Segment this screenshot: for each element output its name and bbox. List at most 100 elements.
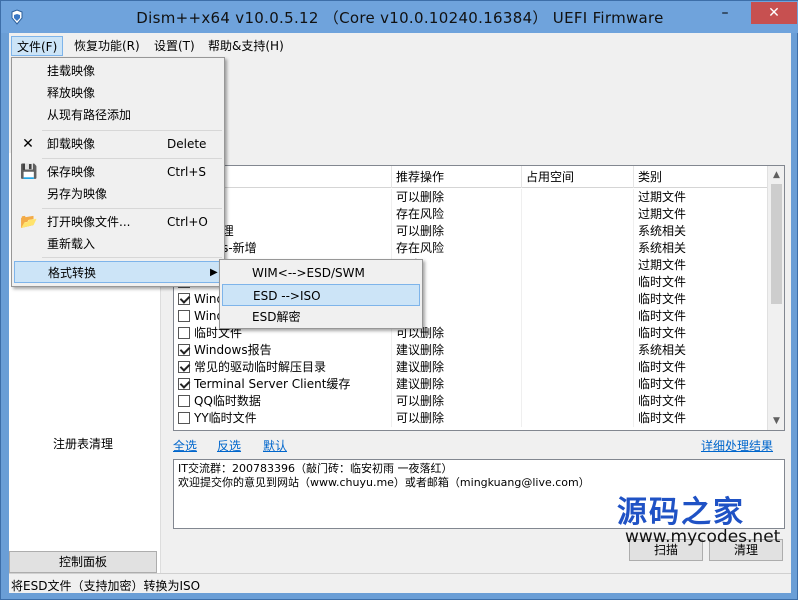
open-folder-icon: 📂 (20, 214, 38, 230)
row-size (522, 325, 634, 342)
table-row[interactable]: ler清理可以删除系统相关 (174, 223, 768, 240)
menu-file[interactable]: 文件(F) (11, 36, 64, 56)
table-row[interactable]: QQ临时数据 可以删除 临时文件 (174, 393, 768, 410)
submenu-arrow-icon: ▶ (210, 267, 218, 278)
table-row[interactable]: Terminal Server Client缓存 建议删除 临时文件 (174, 376, 768, 393)
row-size (522, 274, 634, 291)
menu-bar: 文件(F) 恢复功能(R) 设置(T) 帮助&支持(H) (9, 33, 791, 57)
row-action: 可以删除 (392, 393, 522, 410)
row-category: 系统相关 (634, 342, 768, 359)
menu-format-convert[interactable]: 格式转换 ▶ (14, 261, 222, 283)
row-category: 临时文件 (634, 291, 768, 308)
table-row[interactable]: 常见的驱动临时解压目录 建议删除 临时文件 (174, 359, 768, 376)
row-name-cell: Windows报告 (174, 342, 392, 359)
row-category: 过期文件 (634, 206, 768, 223)
control-panel-button[interactable]: 控制面板 (9, 551, 157, 573)
watermark: 源码之家 www.mycodes.net (617, 487, 797, 547)
table-row[interactable]: 清理可以删除过期文件 (174, 189, 768, 206)
menu-recovery[interactable]: 恢复功能(R) (69, 36, 145, 56)
row-checkbox[interactable] (178, 412, 190, 424)
row-action: 存在风险 (392, 240, 522, 257)
row-name: Windows报告 (194, 343, 272, 357)
col-size[interactable]: 占用空间 (522, 166, 634, 188)
table-row[interactable]: actOs-新增 存在风险 系统相关 (174, 240, 768, 257)
row-category: 临时文件 (634, 274, 768, 291)
menu-separator (42, 257, 222, 258)
col-action[interactable]: 推荐操作 (392, 166, 522, 188)
menu-add-from-path[interactable]: 从现有路径添加 (14, 104, 222, 126)
invert-selection-link[interactable]: 反选 (217, 437, 241, 454)
menu-separator (42, 158, 222, 159)
row-checkbox[interactable] (178, 344, 190, 356)
row-checkbox[interactable] (178, 327, 190, 339)
grid-header: 称 推荐操作 占用空间 类别 (174, 166, 768, 188)
row-action: 存在风险 (392, 206, 522, 223)
title-bar[interactable]: Dism++x64 v10.0.5.12 （Core v10.0.10240.1… (1, 1, 798, 33)
format-convert-submenu: WIM<-->ESD/SWM ESD -->ISO ESD解密 (219, 259, 423, 329)
table-row[interactable]: YY临时文件 可以删除 临时文件 (174, 410, 768, 427)
row-action: 可以删除 (392, 223, 522, 240)
row-action: 建议删除 (392, 359, 522, 376)
scroll-thumb[interactable] (771, 184, 782, 304)
row-checkbox[interactable] (178, 293, 190, 305)
row-category: 系统相关 (634, 240, 768, 257)
menu-separator (42, 130, 222, 131)
row-category: 临时文件 (634, 359, 768, 376)
row-checkbox[interactable] (178, 361, 190, 373)
watermark-url: www.mycodes.net (625, 527, 781, 547)
table-row[interactable]: 驱动存在风险过期文件 (174, 206, 768, 223)
log-line-1: IT交流群：200783396（敲门砖：临安初雨 一夜落红） (178, 462, 453, 475)
row-category: 临时文件 (634, 376, 768, 393)
row-checkbox[interactable] (178, 395, 190, 407)
row-name-cell: Terminal Server Client缓存 (174, 376, 392, 393)
row-checkbox[interactable] (178, 378, 190, 390)
grid-scrollbar[interactable]: ▲ ▼ (767, 166, 784, 430)
scroll-up-icon[interactable]: ▲ (771, 168, 782, 182)
file-menu-dropdown: 挂载映像 释放映像 从现有路径添加 ✕ 卸载映像 Delete 💾 保存映像 C… (11, 57, 225, 287)
details-link[interactable]: 详细处理结果 (701, 437, 773, 454)
row-action: 建议删除 (392, 342, 522, 359)
select-all-link[interactable]: 全选 (173, 437, 197, 454)
row-size (522, 342, 634, 359)
row-category: 临时文件 (634, 410, 768, 427)
table-row[interactable]: Windows报告 建议删除 系统相关 (174, 342, 768, 359)
row-category: 过期文件 (634, 257, 768, 274)
row-action: 建议删除 (392, 376, 522, 393)
col-category[interactable]: 类别 (634, 166, 768, 188)
status-text: 将ESD文件（支持加密）转换为ISO (11, 579, 201, 593)
row-name-cell: QQ临时数据 (174, 393, 392, 410)
menu-release-image[interactable]: 释放映像 (14, 82, 222, 104)
menu-mount-image[interactable]: 挂载映像 (14, 60, 222, 82)
row-name-cell: YY临时文件 (174, 410, 392, 427)
row-size (522, 257, 634, 274)
default-selection-link[interactable]: 默认 (263, 437, 287, 454)
menu-reload[interactable]: 重新载入 (14, 233, 222, 255)
row-action: 可以删除 (392, 189, 522, 206)
registry-cleanup-item[interactable]: 注册表清理 (53, 435, 113, 452)
menu-help[interactable]: 帮助&支持(H) (203, 36, 289, 56)
row-category: 临时文件 (634, 325, 768, 342)
submenu-wim-esd-swm[interactable]: WIM<-->ESD/SWM (222, 262, 420, 284)
close-button[interactable]: ✕ (751, 2, 797, 24)
menu-unmount-image[interactable]: ✕ 卸载映像 Delete (14, 133, 222, 155)
submenu-esd-to-iso[interactable]: ESD -->ISO (222, 284, 420, 306)
save-disk-icon: 💾 (20, 164, 38, 180)
row-size (522, 291, 634, 308)
row-category: 过期文件 (634, 189, 768, 206)
minimize-button[interactable]: – (711, 2, 739, 24)
menu-save-as-image[interactable]: 另存为映像 (14, 183, 222, 205)
row-size (522, 410, 634, 427)
menu-settings[interactable]: 设置(T) (149, 36, 200, 56)
window-title: Dism++x64 v10.0.5.12 （Core v10.0.10240.1… (136, 9, 664, 27)
menu-open-image-file[interactable]: 📂 打开映像文件... Ctrl+O (14, 211, 222, 233)
row-name: Terminal Server Client缓存 (194, 377, 351, 391)
row-category: 临时文件 (634, 308, 768, 325)
row-size (522, 393, 634, 410)
row-name: 常见的驱动临时解压目录 (194, 360, 327, 374)
row-category: 系统相关 (634, 223, 768, 240)
row-size (522, 206, 634, 223)
scroll-down-icon[interactable]: ▼ (771, 414, 782, 428)
row-checkbox[interactable] (178, 310, 190, 322)
menu-save-image[interactable]: 💾 保存映像 Ctrl+S (14, 161, 222, 183)
submenu-esd-decrypt[interactable]: ESD解密 (222, 306, 420, 328)
